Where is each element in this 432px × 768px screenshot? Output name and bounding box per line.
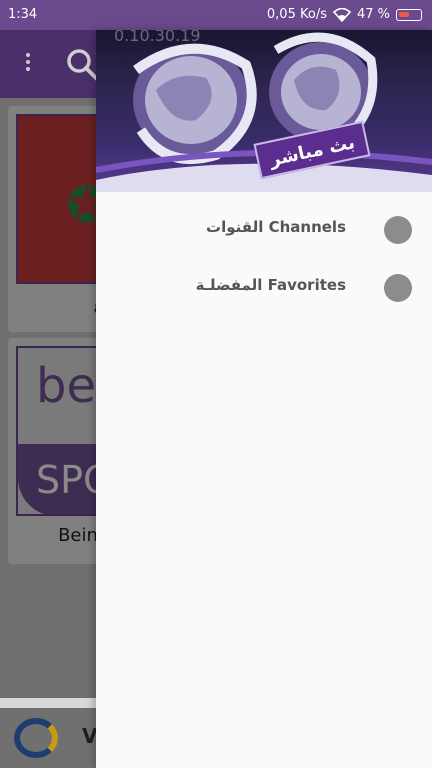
battery-icon [396,8,422,21]
status-bar: 1:34 0,05 Ko/s 47 % [0,0,432,30]
nav-item-channels[interactable]: القنوات Channels [96,206,432,254]
status-time: 1:34 [8,7,38,22]
nav-item-label: المفضلـة Favorites [195,276,346,294]
wifi-icon [332,7,351,22]
circle-icon [384,216,412,244]
logo-text: be [36,358,96,414]
overflow-menu-icon[interactable] [18,50,38,78]
ad-logo-icon [14,718,58,758]
network-speed: 0,05 Ko/s [266,7,327,22]
nav-item-favorites[interactable]: المفضلـة Favorites [96,264,432,312]
battery-percent: 47 % [356,7,390,22]
navigation-drawer: 0.10.30.19 بث مباشر القنوات Channels الم… [96,30,432,768]
nav-item-label: القنوات Channels [206,218,346,236]
status-right: 0,05 Ko/s 47 % [267,7,422,22]
drawer-header: 0.10.30.19 بث مباشر [96,30,432,192]
circle-icon [384,274,412,302]
search-icon[interactable] [64,46,100,82]
